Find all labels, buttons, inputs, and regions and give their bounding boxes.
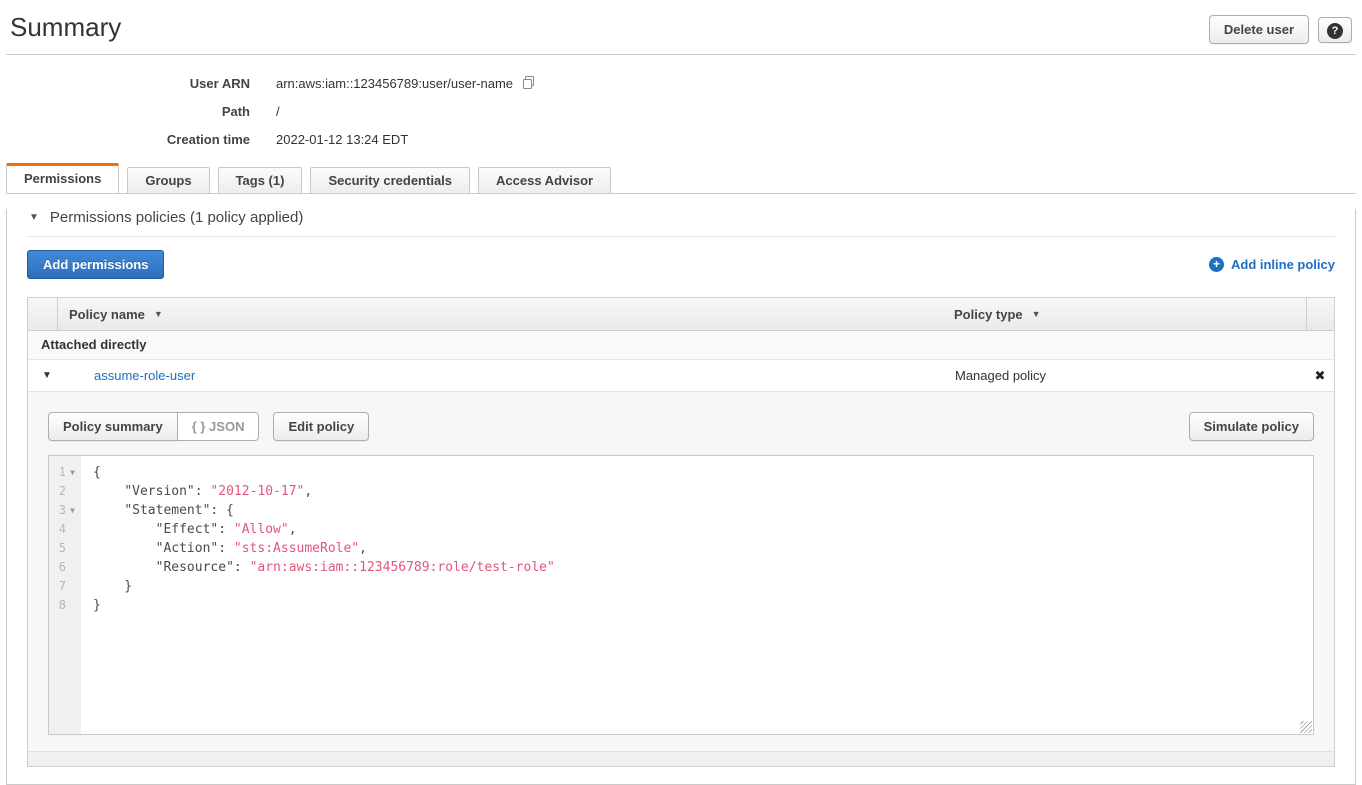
fold-toggle-icon xyxy=(66,577,79,596)
path-value: / xyxy=(276,98,280,126)
tab-access-advisor[interactable]: Access Advisor xyxy=(478,167,611,193)
creation-time-value: 2022-01-12 13:24 EDT xyxy=(276,126,408,154)
json-view-button[interactable]: { } JSON xyxy=(178,412,260,441)
view-toggle-group: Policy summary { } JSON xyxy=(48,412,259,441)
permissions-policies-section-toggle[interactable]: ▼ Permissions policies (1 policy applied… xyxy=(29,209,1335,226)
add-permissions-button[interactable]: Add permissions xyxy=(27,250,164,279)
user-arn-value: arn:aws:iam::123456789:user/user-name xyxy=(276,70,536,98)
editor-gutter: 1▼23▼45678 xyxy=(49,456,81,734)
section-divider xyxy=(27,236,1335,237)
editor-resize-handle[interactable] xyxy=(1300,721,1312,733)
creation-time-label: Creation time xyxy=(6,126,250,154)
user-arn-label: User ARN xyxy=(6,70,250,98)
row-expander-icon[interactable]: ▼ xyxy=(28,370,58,381)
sort-arrow-icon: ▼ xyxy=(154,309,163,319)
fold-toggle-icon xyxy=(66,482,79,501)
policy-name-cell: assume-role-user xyxy=(58,368,944,383)
policy-json-editor[interactable]: 1▼23▼45678 { "Version": "2012-10-17", "S… xyxy=(48,455,1314,735)
tab-bar: Permissions Groups Tags (1) Security cre… xyxy=(6,163,1356,194)
policy-actions-row: Add permissions + Add inline policy xyxy=(27,250,1335,279)
edit-policy-button[interactable]: Edit policy xyxy=(273,412,369,441)
copy-icon[interactable] xyxy=(521,75,536,90)
tab-tags[interactable]: Tags (1) xyxy=(218,167,303,193)
fold-toggle-icon[interactable]: ▼ xyxy=(66,501,79,520)
help-icon: ? xyxy=(1327,23,1343,39)
policy-detail-panel: Policy summary { } JSON Edit policy Simu… xyxy=(28,391,1334,766)
policy-table-row: ▼ assume-role-user Managed policy ✖ xyxy=(28,360,1334,391)
path-row: Path / xyxy=(6,98,1356,126)
policy-name-link[interactable]: assume-role-user xyxy=(94,368,195,383)
policy-type-cell: Managed policy xyxy=(944,368,1306,383)
policy-type-column-header[interactable]: Policy type ▼ xyxy=(943,298,1306,330)
page-header: Summary Delete user ? xyxy=(6,0,1356,55)
fold-toggle-icon xyxy=(66,558,79,577)
page-title: Summary xyxy=(6,0,1356,43)
policy-summary-button[interactable]: Policy summary xyxy=(48,412,178,441)
detach-policy-icon[interactable]: ✖ xyxy=(1306,368,1334,384)
simulate-policy-button[interactable]: Simulate policy xyxy=(1189,412,1314,441)
header-actions: Delete user ? xyxy=(1209,15,1352,44)
add-inline-policy-link[interactable]: + Add inline policy xyxy=(1209,257,1335,272)
plus-circle-icon: + xyxy=(1209,257,1224,272)
help-button[interactable]: ? xyxy=(1318,17,1352,43)
fold-toggle-icon[interactable]: ▼ xyxy=(66,463,79,482)
permissions-policies-title: Permissions policies (1 policy applied) xyxy=(50,209,303,226)
detach-column-header xyxy=(1306,298,1334,330)
collapse-caret-icon: ▼ xyxy=(29,212,39,223)
sort-arrow-icon: ▼ xyxy=(1032,309,1041,319)
policy-table-header: Policy name ▼ Policy type ▼ xyxy=(28,298,1334,331)
policy-detail-toolbar: Policy summary { } JSON Edit policy Simu… xyxy=(48,412,1314,441)
fold-toggle-icon xyxy=(66,539,79,558)
editor-code[interactable]: { "Version": "2012-10-17", "Statement": … xyxy=(81,456,1313,734)
user-info: User ARN arn:aws:iam::123456789:user/use… xyxy=(6,55,1356,163)
tab-groups[interactable]: Groups xyxy=(127,167,209,193)
user-arn-row: User ARN arn:aws:iam::123456789:user/use… xyxy=(6,70,1356,98)
fold-toggle-icon xyxy=(66,596,79,615)
policy-detail-footer xyxy=(28,751,1334,766)
expander-column-header xyxy=(28,298,58,330)
group-header-attached-directly: Attached directly xyxy=(28,331,1334,360)
tab-permissions[interactable]: Permissions xyxy=(6,163,119,193)
path-label: Path xyxy=(6,98,250,126)
add-inline-policy-label: Add inline policy xyxy=(1231,257,1335,272)
permissions-tab-panel: ▼ Permissions policies (1 policy applied… xyxy=(6,209,1356,785)
policy-table: Policy name ▼ Policy type ▼ Attached dir… xyxy=(27,297,1335,767)
policy-name-column-header[interactable]: Policy name ▼ xyxy=(58,298,943,330)
delete-user-button[interactable]: Delete user xyxy=(1209,15,1309,44)
creation-time-row: Creation time 2022-01-12 13:24 EDT xyxy=(6,126,1356,154)
tab-security-credentials[interactable]: Security credentials xyxy=(310,167,470,193)
fold-toggle-icon xyxy=(66,520,79,539)
